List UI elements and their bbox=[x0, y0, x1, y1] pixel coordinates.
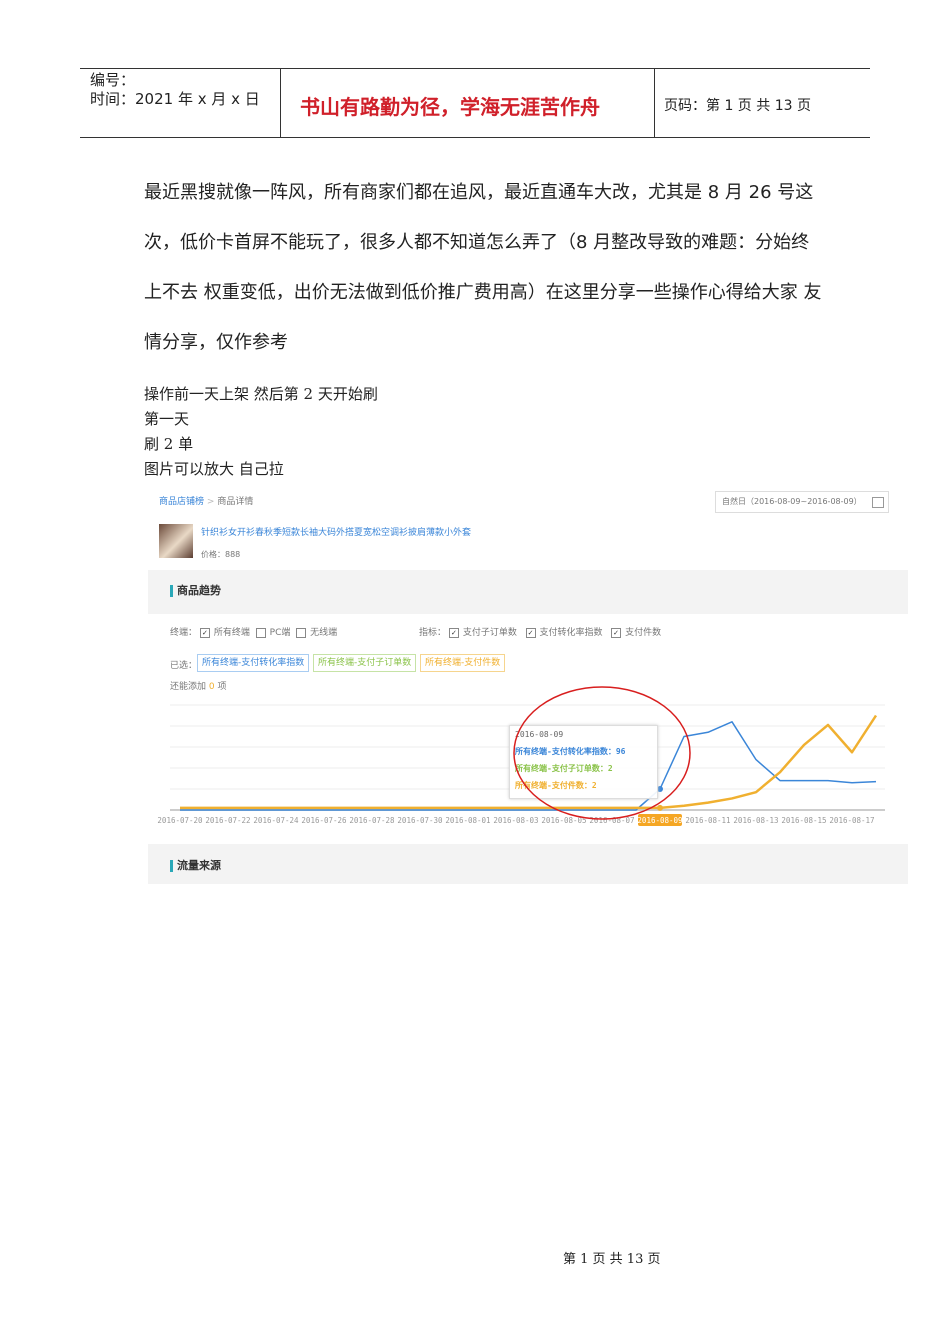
tooltip-row: 所有终端-支付转化率指数：96 bbox=[515, 747, 626, 756]
tick-label: 2016-08-07 bbox=[589, 816, 634, 825]
tooltip-row: 所有终端-支付件数：2 bbox=[515, 781, 597, 790]
line: 第一天 bbox=[144, 410, 190, 428]
tick-label: 2016-07-20 bbox=[157, 816, 203, 825]
document-page: 编号： 时间：2021 年 x 月 x 日 书山有路勤为径，学海无涯苦作舟 页码：… bbox=[0, 0, 950, 1344]
divider bbox=[280, 69, 281, 137]
motto: 书山有路勤为径，学海无涯苦作舟 bbox=[300, 95, 600, 119]
page-header: 编号： 时间：2021 年 x 月 x 日 书山有路勤为径，学海无涯苦作舟 页码：… bbox=[80, 68, 870, 138]
tick-label: 2016-08-17 bbox=[829, 816, 874, 825]
divider bbox=[654, 69, 655, 137]
page-info: 页码：第 1 页 共 13 页 bbox=[664, 98, 811, 114]
embedded-screenshot: 商品店铺榜 > 商品详情 自然日（2016-08-09~2016-08-09） … bbox=[145, 482, 950, 884]
footer-page: 第 1 页 共 13 页 bbox=[563, 1252, 661, 1267]
tooltip-date: 2016-08-09 bbox=[515, 730, 564, 739]
line: 刷 2 单 bbox=[144, 435, 194, 453]
section-title: 流量来源 bbox=[170, 860, 221, 872]
tick-label: 2016-08-15 bbox=[781, 816, 826, 825]
line: 图片可以放大 自己拉 bbox=[144, 460, 284, 478]
tick-label: 2016-08-01 bbox=[445, 816, 490, 825]
tick-label: 2016-07-28 bbox=[349, 816, 395, 825]
tick-label: 2016-08-05 bbox=[541, 816, 586, 825]
number-label: 编号： bbox=[90, 71, 136, 89]
chart-tooltip: 2016-08-09 所有终端-支付转化率指数：96 所有终端-支付子订单数：2… bbox=[509, 725, 658, 799]
tick-label: 2016-07-30 bbox=[397, 816, 443, 825]
line: 操作前一天上架 然后第 2 天开始刷 bbox=[144, 385, 378, 403]
data-point bbox=[657, 804, 663, 811]
tooltip-row: 所有终端-支付子订单数：2 bbox=[515, 764, 613, 773]
tick-label: 2016-08-13 bbox=[733, 816, 778, 825]
tick-label: 2016-08-11 bbox=[685, 816, 730, 825]
header-meta: 编号： 时间：2021 年 x 月 x 日 bbox=[90, 71, 260, 109]
tick-label: 2016-07-22 bbox=[205, 816, 250, 825]
step-lines: 操作前一天上架 然后第 2 天开始刷 第一天 刷 2 单 图片可以放大 自己拉 bbox=[144, 382, 378, 482]
intro-paragraph: 最近黑搜就像一阵风，所有商家们都在追风，最近直通车大改，尤其是 8 月 26 号… bbox=[144, 182, 822, 353]
date-line: 时间：2021 年 x 月 x 日 bbox=[90, 90, 260, 108]
tick-label: 2016-07-26 bbox=[301, 816, 347, 825]
tick-label: 2016-08-09 bbox=[637, 816, 682, 825]
tick-label: 2016-08-03 bbox=[493, 816, 538, 825]
tick-label: 2016-07-24 bbox=[253, 816, 299, 825]
traffic-header bbox=[148, 844, 908, 884]
